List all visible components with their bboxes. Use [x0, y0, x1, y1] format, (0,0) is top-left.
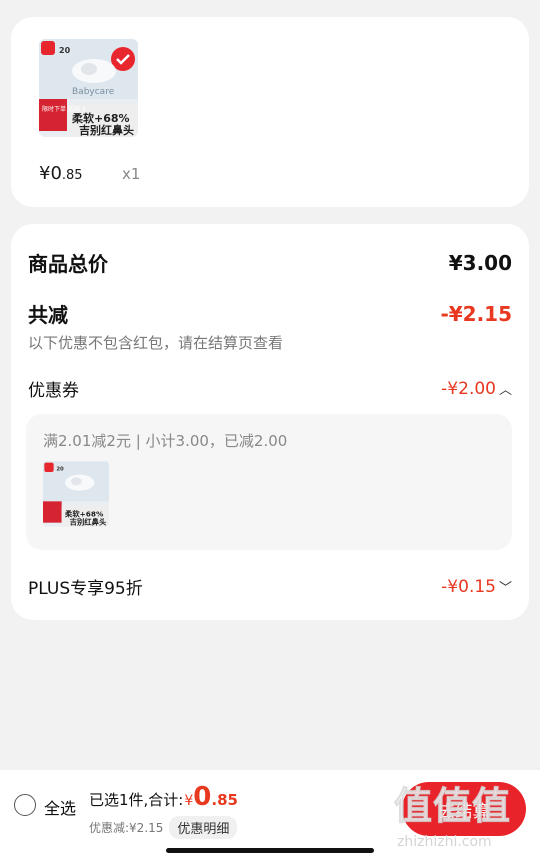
discount-note: 以下优惠不包含红包，请在结算页查看 — [28, 334, 284, 352]
total-price-row: 商品总价 ¥3.00 — [28, 248, 512, 277]
total-int: 0 — [193, 782, 212, 812]
coupon-detail-box: 满2.01减2元 | 小计3.00，已减2.00 柔软+68% 吉别红鼻头 20 — [26, 414, 512, 550]
svg-text:柔软+68%: 柔软+68% — [71, 111, 130, 125]
total-price-value: ¥3.00 — [448, 250, 512, 275]
price-dec: .85 — [61, 168, 83, 183]
reduce-value: -¥2.15 — [440, 301, 512, 326]
product-price: ¥ 0 .85 — [39, 163, 83, 184]
svg-text:吉别红鼻头: 吉别红鼻头 — [79, 123, 134, 137]
svg-text:限时下单 送闲 3: 限时下单 送闲 3 — [42, 105, 86, 113]
product-card: 柔软+68% 吉别红鼻头 Babycare 20 限时下单 送闲 3 ¥ 0 .… — [11, 17, 529, 207]
product-image[interactable]: 柔软+68% 吉别红鼻头 Babycare 20 限时下单 送闲 3 — [39, 39, 138, 137]
svg-text:Babycare: Babycare — [72, 87, 115, 97]
coupon-value[interactable]: -¥2.00 ︿ — [441, 379, 512, 399]
price-int: 0 — [50, 163, 62, 184]
checkout-button[interactable]: 去结算 — [402, 782, 526, 836]
chevron-up-icon[interactable]: ︿ — [499, 379, 512, 398]
select-all-label[interactable]: 全选 — [44, 795, 76, 819]
reduce-label: 共减 — [28, 303, 68, 327]
discount-amount: 优惠减:¥2.15 — [89, 821, 164, 835]
discount-detail-button[interactable]: 优惠明细 — [169, 816, 238, 839]
checkout-bar: 全选 已选1件,合计: ¥ 0 .85 优惠减:¥2.15 优惠明细 去结算 值… — [0, 770, 540, 862]
selected-summary: 已选1件,合计: — [89, 791, 184, 809]
watermark-url: zhizhizhi.com — [397, 834, 492, 850]
reduce-row: 共减 -¥2.15 — [28, 299, 512, 328]
total-dec: .85 — [211, 791, 238, 809]
product-quantity: x1 — [122, 165, 141, 183]
svg-text:20: 20 — [59, 46, 71, 55]
home-indicator[interactable] — [166, 848, 374, 853]
coupon-product-thumbnail: 柔软+68% 吉别红鼻头 20 — [43, 461, 109, 527]
total-summary: 已选1件,合计: ¥ 0 .85 — [89, 784, 238, 810]
svg-text:吉别红鼻头: 吉别红鼻头 — [70, 518, 107, 527]
total-symbol: ¥ — [184, 793, 194, 809]
total-price-label: 商品总价 — [28, 252, 108, 276]
coupon-row[interactable]: 优惠券 -¥2.00 ︿ — [28, 376, 512, 402]
svg-text:20: 20 — [56, 467, 64, 473]
chevron-down-icon[interactable]: ﹀ — [499, 577, 512, 596]
plus-discount-label: PLUS专享95折 — [28, 579, 143, 599]
coupon-detail-text: 满2.01减2元 | 小计3.00，已减2.00 — [43, 432, 288, 450]
price-summary-card: 商品总价 ¥3.00 共减 -¥2.15 以下优惠不包含红包，请在结算页查看 优… — [11, 224, 529, 620]
select-all-radio[interactable] — [14, 794, 36, 816]
plus-discount-row[interactable]: PLUS专享95折 -¥0.15 ﹀ — [28, 574, 512, 600]
plus-discount-value[interactable]: -¥0.15 ﹀ — [441, 577, 512, 597]
price-symbol: ¥ — [39, 163, 51, 184]
discount-line: 优惠减:¥2.15 优惠明细 — [89, 816, 238, 839]
coupon-label: 优惠券 — [28, 381, 79, 401]
